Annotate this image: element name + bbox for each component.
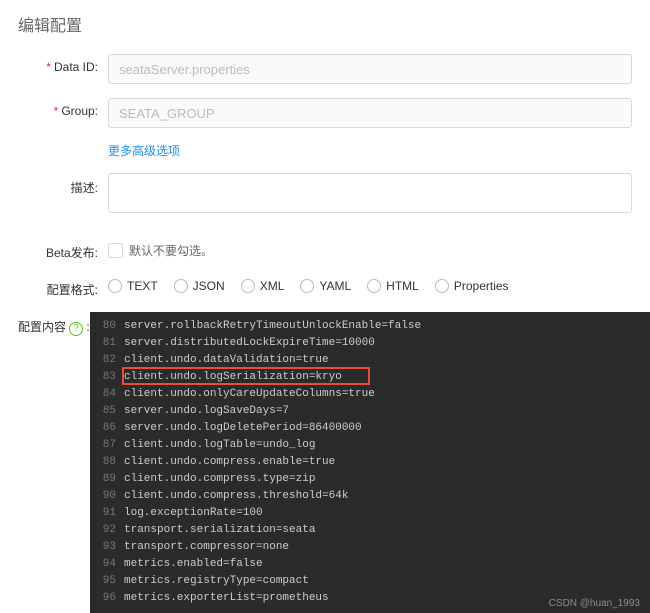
editor-line[interactable]: 91log.exceptionRate=100 — [90, 505, 650, 522]
editor-line[interactable]: 89client.undo.compress.type=zip — [90, 471, 650, 488]
data-id-label: *Data ID: — [18, 54, 108, 74]
editor-line[interactable]: 80server.rollbackRetryTimeoutUnlockEnabl… — [90, 318, 650, 335]
group-label: *Group: — [18, 98, 108, 118]
group-input[interactable] — [108, 98, 632, 128]
format-radio-json[interactable]: JSON — [174, 279, 225, 293]
editor-line[interactable]: 85server.undo.logSaveDays=7 — [90, 403, 650, 420]
format-radio-group: TEXT JSON XML YAML HTML Properties — [108, 275, 632, 293]
format-radio-html[interactable]: HTML — [367, 279, 419, 293]
watermark: CSDN @huan_1993 — [549, 598, 640, 609]
editor-line[interactable]: 95metrics.registryType=compact — [90, 573, 650, 590]
beta-hint: 默认不要勾选。 — [129, 242, 213, 259]
format-label: 配置格式: — [18, 275, 108, 298]
content-label: 配置内容? : — [0, 312, 90, 336]
help-icon[interactable]: ? — [69, 322, 83, 336]
editor-line[interactable]: 82client.undo.dataValidation=true — [90, 352, 650, 369]
format-radio-yaml[interactable]: YAML — [300, 279, 351, 293]
editor-line[interactable]: 88client.undo.compress.enable=true — [90, 454, 650, 471]
desc-textarea[interactable] — [108, 173, 632, 213]
beta-label: Beta发布: — [18, 238, 108, 261]
format-radio-xml[interactable]: XML — [241, 279, 285, 293]
editor-line[interactable]: 93transport.compressor=none — [90, 539, 650, 556]
desc-label: 描述: — [18, 173, 108, 196]
editor-line[interactable]: 92transport.serialization=seata — [90, 522, 650, 539]
editor-line[interactable]: 90client.undo.compress.threshold=64k — [90, 488, 650, 505]
format-radio-properties[interactable]: Properties — [435, 279, 509, 293]
editor-line[interactable]: 87client.undo.logTable=undo_log — [90, 437, 650, 454]
page-title: 编辑配置 — [18, 12, 632, 36]
data-id-input[interactable] — [108, 54, 632, 84]
format-radio-text[interactable]: TEXT — [108, 279, 158, 293]
editor-line[interactable]: 83client.undo.logSerialization=kryo — [90, 369, 650, 386]
editor-line[interactable]: 94metrics.enabled=false — [90, 556, 650, 573]
editor-line[interactable]: 84client.undo.onlyCareUpdateColumns=true — [90, 386, 650, 403]
editor-line[interactable]: 86server.undo.logDeletePeriod=86400000 — [90, 420, 650, 437]
editor-line[interactable]: 81server.distributedLockExpireTime=10000 — [90, 335, 650, 352]
advanced-link[interactable]: 更多高级选项 — [108, 144, 180, 158]
beta-checkbox[interactable] — [108, 243, 123, 258]
code-editor[interactable]: 80server.rollbackRetryTimeoutUnlockEnabl… — [90, 312, 650, 613]
